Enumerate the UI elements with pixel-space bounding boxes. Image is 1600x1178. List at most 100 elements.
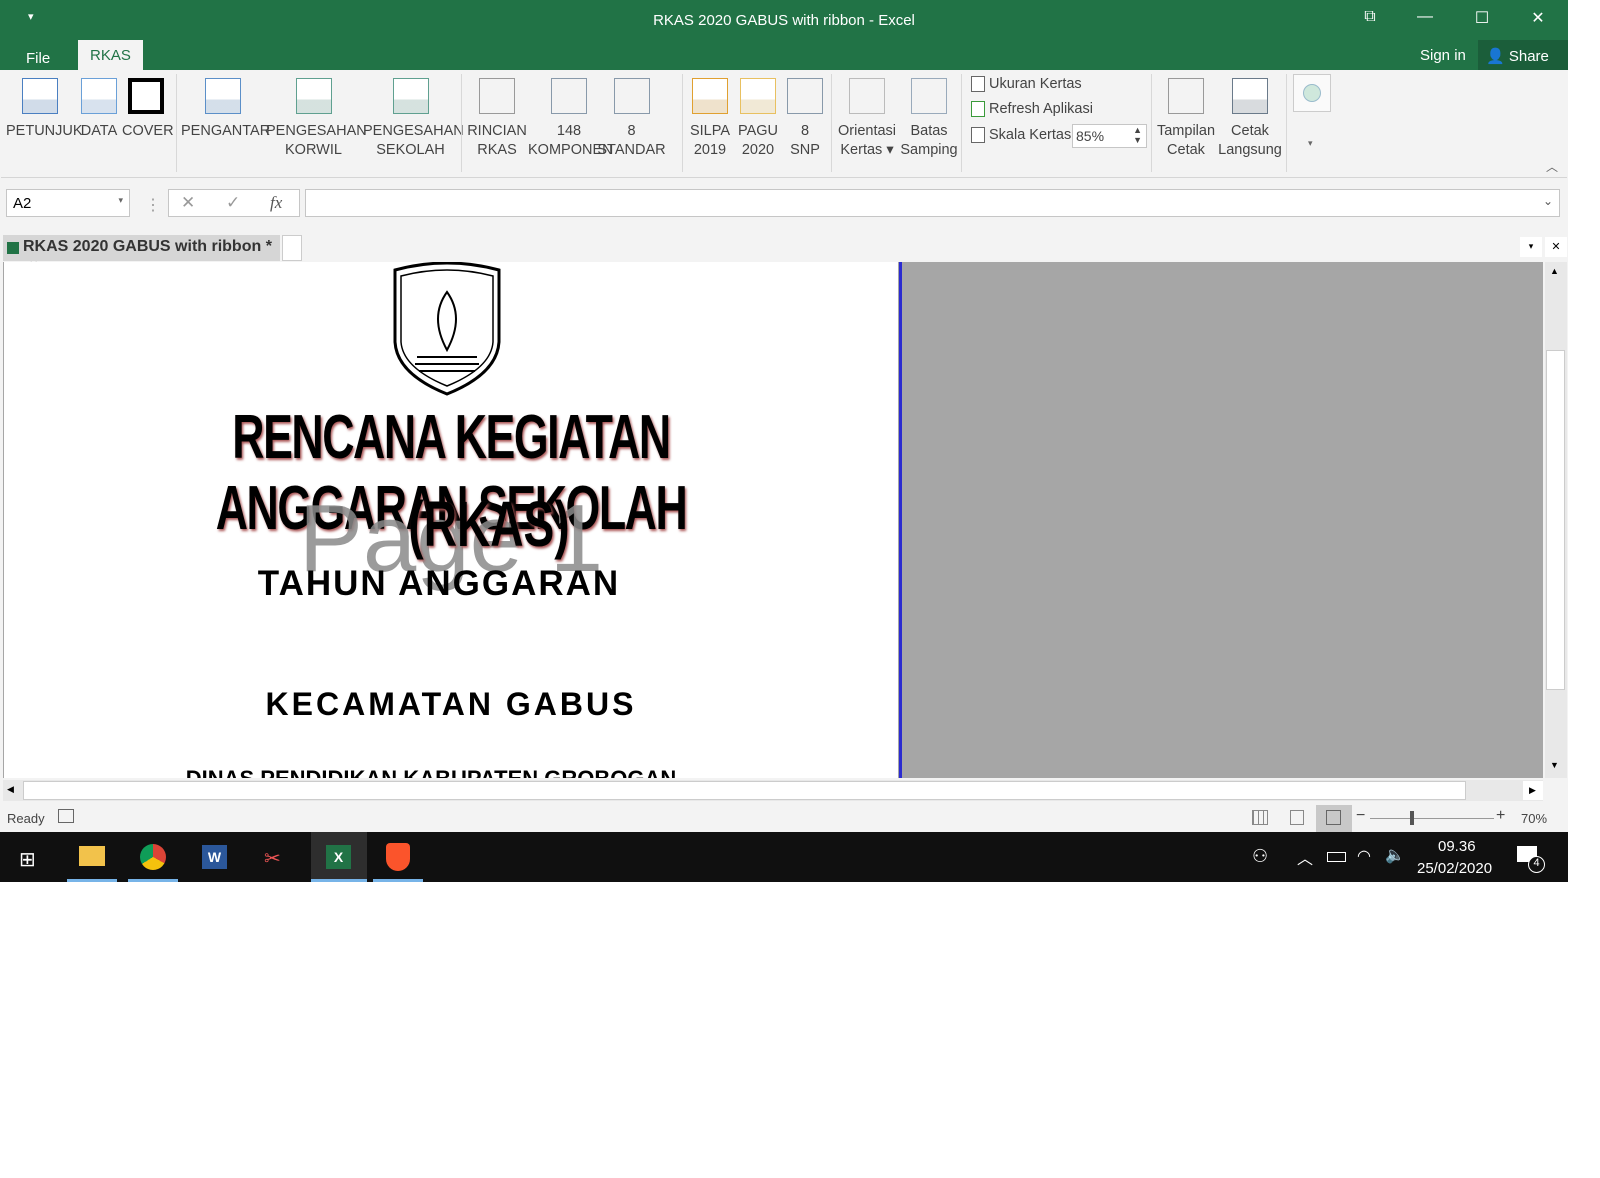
ribbon-display-options-icon[interactable]: ⧉ [1355,8,1385,32]
wifi-icon[interactable]: ◠ [1357,846,1371,866]
horizontal-scroll-thumb[interactable] [23,781,1466,800]
ribbon-button-pengesahan-korwil[interactable]: PENGESAHAN KORWIL [266,76,367,160]
ukuran-kertas-button[interactable]: Ukuran Kertas [971,76,1082,93]
ribbon-button-label: PENGESAHAN [266,123,367,139]
ribbon-button-orientasi-kertas[interactable]: Orientasi Kertas ▾ [834,76,900,160]
vertical-scrollbar[interactable]: ▲ ▼ [1545,262,1567,778]
ribbon-button-label: Cetak [1231,123,1269,139]
collapse-ribbon-icon[interactable]: ︿ [1546,158,1558,175]
show-hidden-icons[interactable]: ︿ [1297,845,1313,869]
gallery-button[interactable] [1293,74,1331,112]
insert-function-icon[interactable]: fx [270,193,282,213]
excel-icon: X [326,845,351,869]
file-explorer-button[interactable] [67,832,117,882]
windows-icon: ⊞ [19,849,36,871]
ribbon-button-label: SILPA [689,123,731,139]
book-icon [22,78,58,114]
word-icon: W [202,845,227,869]
volume-icon[interactable]: 🔈 [1385,845,1405,865]
macro-record-icon[interactable] [58,809,74,823]
share-label: Share [1508,48,1549,65]
database-icon [740,78,776,114]
zoom-slider[interactable] [1370,818,1494,819]
ribbon-button-8-standar[interactable]: 8 STANDAR [584,76,679,160]
page-layout-view-icon[interactable] [1290,810,1304,825]
ribbon-button-pengantar[interactable]: PENGANTAR [181,76,270,141]
normal-view-icon[interactable] [1252,810,1268,825]
close-document-icon[interactable]: ✕ [1545,237,1567,257]
ribbon: PETUNJUK DATA COVER PENGANTAR PENGESAHAN KORW… [1,70,1567,178]
sign-in-link[interactable]: Sign in [1420,47,1466,64]
formula-input[interactable]: ⌄ [305,189,1560,217]
clock-date[interactable]: 25/02/2020 [1417,860,1492,877]
worksheet-area[interactable]: RENCANA KEGIATAN ANGGARAN SEKOLAH Page 1… [3,262,1543,778]
table-rows-icon [479,78,515,114]
skala-kertas-spinner[interactable]: 85% ▲ ▼ [1072,124,1147,148]
status-text: Ready [7,811,45,826]
ribbon-button-label: PENGESAHAN [363,123,464,139]
ribbon-button-label: Batas [910,123,948,139]
gallery-more-icon[interactable]: ▾ [1308,138,1313,149]
ribbon-button-label: 2019 [693,142,727,158]
minimize-button[interactable]: — [1410,8,1440,32]
new-tab-button[interactable] [282,235,302,261]
more-icon: ⋮ [145,197,161,214]
refresh-aplikasi-button[interactable]: Refresh Aplikasi [971,101,1093,118]
vertical-scroll-thumb[interactable] [1546,350,1565,690]
ribbon-button-silpa-2019[interactable]: SILPA 2019 [687,76,733,160]
zoom-slider-thumb[interactable] [1410,811,1414,825]
tab-rkas[interactable]: RKAS [78,40,143,70]
ribbon-button-cover[interactable]: COVER [122,76,174,141]
document-tab[interactable]: RKAS 2020 GABUS with ribbon * ✕ [3,235,280,272]
ribbon-button-tampilan-cetak[interactable]: Tampilan Cetak [1154,76,1218,160]
cancel-icon[interactable]: ✕ [181,193,195,213]
zoom-out-button[interactable]: − [1356,807,1365,825]
ribbon-button-pagu-2020[interactable]: PAGU 2020 [736,76,780,160]
name-box[interactable]: A2 ▾ [6,189,130,217]
maximize-button[interactable]: ☐ [1467,8,1497,32]
formula-tools: ✕ ✓ fx [168,189,300,217]
zoom-in-button[interactable]: + [1496,807,1505,825]
tahun-anggaran: TAHUN ANGGARAN [257,564,621,603]
start-button[interactable]: ⊞ [4,832,54,882]
page-break-line [899,262,902,778]
ribbon-button-label: RKAS [477,142,517,158]
excel-window: ▾ RKAS 2020 GABUS with ribbon - Excel ⧉ … [0,0,1568,882]
ribbon-button-label: Tampilan [1156,123,1216,139]
share-button[interactable]: 👤 Share [1478,40,1568,70]
zoom-level[interactable]: 70% [1521,811,1547,826]
close-button[interactable]: ✕ [1523,8,1553,32]
notification-count: 4 [1528,856,1545,873]
kecamatan: KECAMATAN GABUS [265,686,637,722]
ribbon-button-petunjuk[interactable]: PETUNJUK [6,76,83,141]
tab-file[interactable]: File [14,46,62,70]
people-icon[interactable]: ⚇ [1252,846,1268,867]
ribbon-button-cetak-langsung[interactable]: Cetak Langsung [1216,76,1284,160]
snipping-tool-button[interactable]: ✂ [250,832,300,882]
ribbon-button-rincian-rkas[interactable]: RINCIAN RKAS [464,76,530,160]
ribbon-button-label: 8 [627,123,636,139]
ribbon-button-label: Kertas ▾ [840,142,894,158]
refresh-label: Refresh Aplikasi [989,101,1093,117]
ribbon-button-label: COVER [122,123,174,139]
enter-icon[interactable]: ✓ [226,193,240,213]
page-break-preview-button[interactable] [1316,805,1352,832]
horizontal-scrollbar[interactable]: ◀ ▶ [3,780,1543,801]
battery-icon[interactable] [1327,852,1346,862]
circle-icon [1303,84,1321,102]
ribbon-button-batas-samping[interactable]: Batas Samping [900,76,958,160]
brave-icon [386,843,410,871]
chrome-button[interactable] [128,832,178,882]
ribbon-button-data[interactable]: DATA [79,76,119,141]
excel-button[interactable]: X [311,832,367,882]
page-size-icon [971,76,985,93]
ribbon-button-8-snp[interactable]: 8 SNP [786,76,824,160]
window-list-icon[interactable]: ▾ [1520,237,1542,257]
dinas: DINAS PENDIDIKAN KABUPATEN GROBOGAN [4,766,878,778]
ukuran-label: Ukuran Kertas [989,76,1082,92]
skala-kertas-label: Skala Kertas [971,127,1071,144]
brave-button[interactable] [373,832,423,882]
clock-time[interactable]: 09.36 [1438,838,1476,855]
ribbon-button-pengesahan-sekolah[interactable]: PENGESAHAN SEKOLAH [363,76,464,160]
word-button[interactable]: W [189,832,239,882]
